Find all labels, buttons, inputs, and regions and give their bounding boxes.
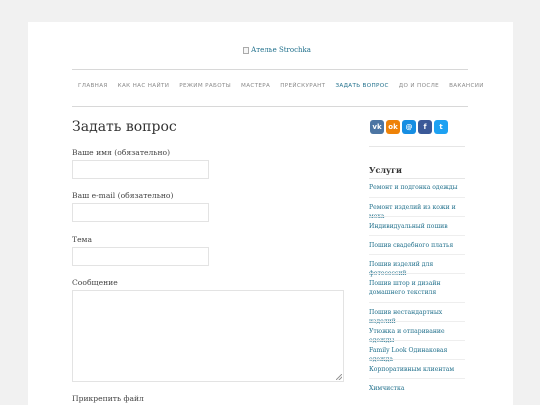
list-divider bbox=[369, 273, 465, 274]
service-link[interactable]: Ремонт изделий из кожи и меха bbox=[369, 203, 469, 221]
odnoklassniki-icon[interactable]: ok bbox=[386, 120, 400, 134]
share-buttons: vk ok @ f t bbox=[370, 120, 448, 134]
list-divider bbox=[369, 235, 465, 236]
service-link[interactable]: Пошив свадебного платья bbox=[369, 241, 469, 250]
site-logo[interactable]: Ателье Strochka bbox=[243, 46, 311, 54]
service-link[interactable]: Пошив изделий для фотосессий bbox=[369, 260, 469, 278]
subject-label: Тема bbox=[72, 235, 92, 244]
nav-divider-bottom bbox=[72, 106, 468, 107]
name-label: Ваше имя (обязательно) bbox=[72, 148, 171, 157]
list-divider bbox=[369, 340, 465, 341]
sidebar-title: Услуги bbox=[369, 165, 402, 175]
service-link[interactable]: Ремонт и подгонка одежды bbox=[369, 183, 469, 192]
attach-label: Прикрепить файл bbox=[72, 394, 144, 403]
list-divider bbox=[369, 321, 465, 322]
list-divider bbox=[369, 197, 465, 198]
facebook-icon[interactable]: f bbox=[418, 120, 432, 134]
list-divider bbox=[369, 216, 465, 217]
list-divider bbox=[369, 254, 465, 255]
service-link[interactable]: Family Look Одинаковая одежда bbox=[369, 346, 469, 364]
service-link[interactable]: Пошив штор и дизайн домашнего текстиля bbox=[369, 279, 449, 297]
service-link[interactable]: Корпоративным клиентам bbox=[369, 365, 469, 374]
logo-alt-text: Ателье Strochka bbox=[251, 46, 311, 54]
nav-item-ask-question[interactable]: ЗАДАТЬ ВОПРОС bbox=[335, 83, 388, 89]
nav-item-pricelist[interactable]: ПРЕЙСКУРАНТ bbox=[280, 83, 325, 89]
nav-divider-top bbox=[72, 69, 468, 70]
nav-item-hours[interactable]: РЕЖИМ РАБОТЫ bbox=[179, 83, 231, 89]
page-title: Задать вопрос bbox=[72, 119, 177, 135]
nav-item-home[interactable]: ГЛАВНАЯ bbox=[78, 83, 108, 89]
twitter-icon[interactable]: t bbox=[434, 120, 448, 134]
main-navigation: ГЛАВНАЯ КАК НАС НАЙТИ РЕЖИМ РАБОТЫ МАСТЕ… bbox=[78, 83, 494, 89]
service-link[interactable]: Утюжка и отпаривание одежды bbox=[369, 327, 469, 345]
nav-item-before-after[interactable]: ДО И ПОСЛЕ bbox=[399, 83, 439, 89]
list-divider bbox=[369, 378, 465, 379]
vk-icon[interactable]: vk bbox=[370, 120, 384, 134]
nav-item-vacancies[interactable]: ВАКАНСИИ bbox=[449, 83, 484, 89]
email-label: Ваш e-mail (обязательно) bbox=[72, 191, 174, 200]
sidebar-divider bbox=[369, 178, 465, 179]
message-textarea[interactable] bbox=[72, 290, 344, 382]
nav-item-masters[interactable]: МАСТЕРА bbox=[241, 83, 270, 89]
name-input[interactable] bbox=[72, 160, 209, 179]
sidebar-divider bbox=[369, 146, 465, 147]
broken-image-icon bbox=[243, 46, 249, 54]
service-link[interactable]: Пошив нестандартных изделий bbox=[369, 308, 469, 326]
email-input[interactable] bbox=[72, 203, 209, 222]
mailru-icon[interactable]: @ bbox=[402, 120, 416, 134]
nav-item-how-to-find[interactable]: КАК НАС НАЙТИ bbox=[118, 83, 170, 89]
list-divider bbox=[369, 359, 465, 360]
service-link[interactable]: Индивидуальный пошив bbox=[369, 222, 469, 231]
service-link[interactable]: Химчистка bbox=[369, 384, 469, 393]
list-divider bbox=[369, 302, 465, 303]
message-label: Сообщение bbox=[72, 278, 118, 287]
resize-handle-icon[interactable] bbox=[336, 374, 342, 380]
subject-input[interactable] bbox=[72, 247, 209, 266]
page-container: Ателье Strochka ГЛАВНАЯ КАК НАС НАЙТИ РЕ… bbox=[28, 22, 513, 405]
